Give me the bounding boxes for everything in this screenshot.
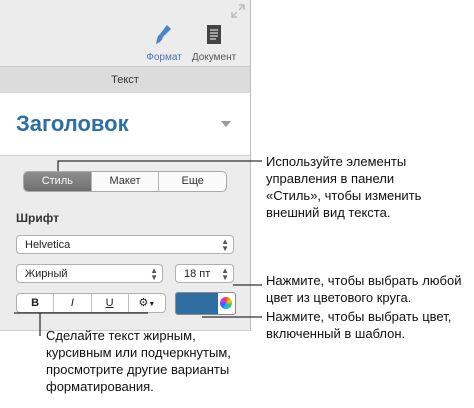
callout-line: курсивным или подчеркнутым, <box>46 345 231 360</box>
callout-line: цвет из цветового круга. <box>266 290 412 305</box>
callout-line: Нажмите, чтобы выбрать любой <box>266 273 462 288</box>
callout-color-wheel: Нажмите, чтобы выбрать любой цвет из цве… <box>266 272 461 306</box>
callout-line: управления в панели <box>266 171 395 186</box>
callout-text-style: Сделайте текст жирным, курсивным или под… <box>46 327 231 395</box>
callout-line: Сделайте текст жирным, <box>46 328 196 343</box>
callout-template-color: Нажмите, чтобы выбрать цвет, включенный … <box>266 308 451 342</box>
callout-line: просмотрите другие варианты <box>46 362 230 377</box>
callout-style-panel: Используйте элементы управления в панели… <box>266 153 421 221</box>
callout-line: включенный в шаблон. <box>266 326 406 341</box>
callout-line: внешний вид текста. <box>266 205 391 220</box>
callout-line: Нажмите, чтобы выбрать цвет, <box>266 309 452 324</box>
callout-line: Используйте элементы <box>266 154 407 169</box>
callout-line: форматирования. <box>46 379 154 394</box>
callout-line: «Стиль», чтобы изменить <box>266 188 422 203</box>
